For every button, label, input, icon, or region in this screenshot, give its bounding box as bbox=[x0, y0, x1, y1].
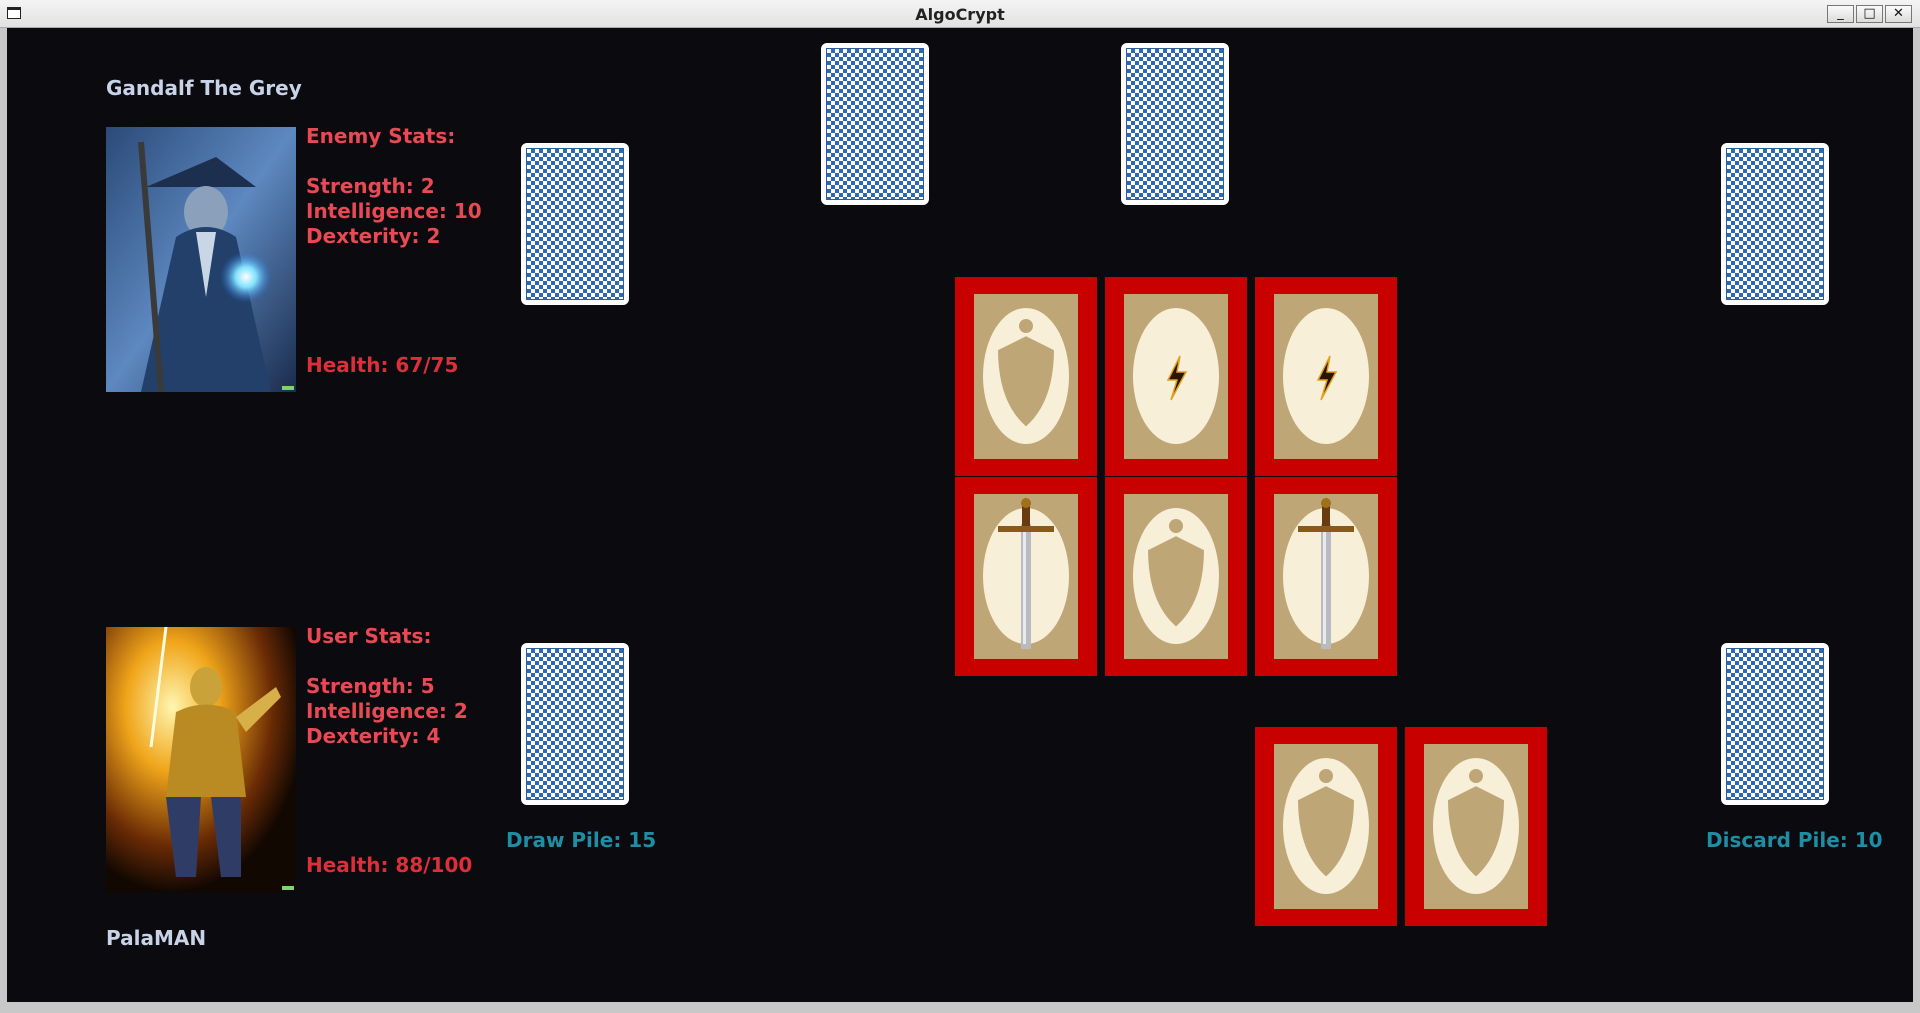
enemy-portrait bbox=[106, 127, 296, 392]
played-card-lightning[interactable] bbox=[1105, 277, 1247, 476]
enemy-stats-heading: Enemy Stats: bbox=[306, 124, 456, 148]
user-stats-heading: User Stats: bbox=[306, 624, 432, 648]
played-card-shield[interactable] bbox=[955, 277, 1097, 476]
window-title: AlgoCrypt bbox=[915, 5, 1005, 24]
discard-pile[interactable] bbox=[1721, 643, 1829, 805]
enemy-hand-card bbox=[1121, 43, 1229, 205]
user-name: PalaMAN bbox=[106, 926, 207, 950]
draw-pile[interactable] bbox=[521, 643, 629, 805]
window-titlebar: AlgoCrypt _ □ ✕ bbox=[0, 0, 1920, 28]
user-health: Health: 88/100 bbox=[306, 853, 473, 877]
enemy-health: Health: 67/75 bbox=[306, 353, 459, 377]
user-dexterity: Dexterity: 4 bbox=[306, 724, 441, 748]
enemy-name: Gandalf The Grey bbox=[106, 76, 302, 100]
played-card-lightning[interactable] bbox=[1255, 277, 1397, 476]
enemy-dexterity: Dexterity: 2 bbox=[306, 224, 441, 248]
enemy-discard-pile bbox=[1721, 143, 1829, 305]
user-portrait bbox=[106, 627, 296, 892]
enemy-strength: Strength: 2 bbox=[306, 174, 435, 198]
user-intelligence: Intelligence: 2 bbox=[306, 699, 468, 723]
enemy-draw-pile bbox=[521, 143, 629, 305]
close-button[interactable]: ✕ bbox=[1885, 5, 1912, 23]
hand-card-shield[interactable] bbox=[1255, 727, 1397, 926]
played-card-sword[interactable] bbox=[1255, 477, 1397, 676]
user-strength: Strength: 5 bbox=[306, 674, 435, 698]
enemy-intelligence: Intelligence: 10 bbox=[306, 199, 482, 223]
enemy-hand-card bbox=[821, 43, 929, 205]
draw-pile-count: Draw Pile: 15 bbox=[506, 828, 657, 852]
hand-card-shield[interactable] bbox=[1405, 727, 1547, 926]
played-card-sword[interactable] bbox=[955, 477, 1097, 676]
played-card-shield[interactable] bbox=[1105, 477, 1247, 676]
maximize-button[interactable]: □ bbox=[1856, 5, 1883, 23]
discard-pile-count: Discard Pile: 10 bbox=[1706, 828, 1883, 852]
game-board: Gandalf The Grey Enemy Stats: Strength: … bbox=[7, 28, 1913, 1002]
minimize-button[interactable]: _ bbox=[1827, 5, 1854, 23]
